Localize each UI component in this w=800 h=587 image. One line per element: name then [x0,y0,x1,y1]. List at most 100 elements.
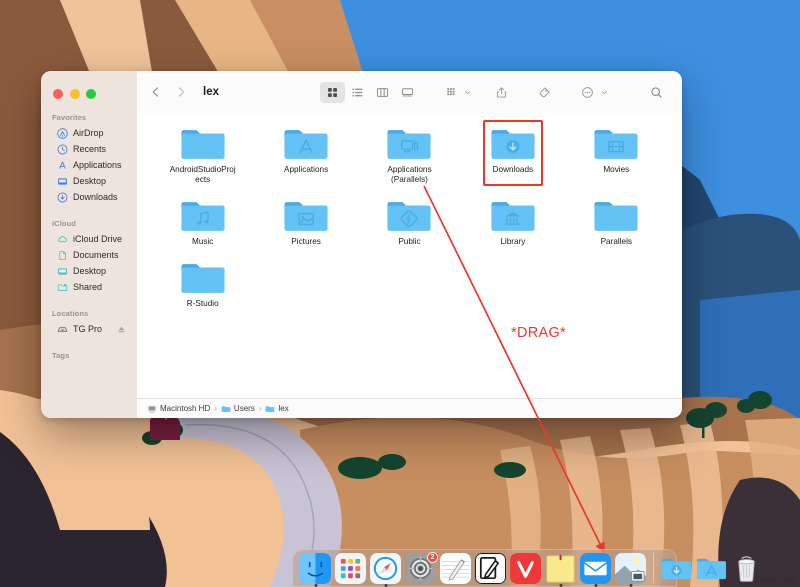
file-grid: AndroidStudioProjects Applications [137,125,682,309]
sidebar: Favorites AirDrop Recents [41,71,137,418]
chevron-down-icon-2[interactable] [601,89,608,96]
clock-icon [57,144,68,155]
breadcrumb-item-lex[interactable]: lex [265,404,288,414]
dock-item-system-preferences[interactable]: 2 [405,553,436,584]
list-view-button[interactable] [345,82,370,103]
sidebar-group-tags: Tags [41,351,137,363]
gallery-view-button[interactable] [395,82,420,103]
dock-item-mail[interactable] [580,553,611,584]
sidebar-item-icloud-desktop[interactable]: Desktop [46,263,132,279]
dock-item-launchpad[interactable] [335,553,366,584]
dock-folder-applications[interactable] [696,553,727,584]
tag-button[interactable] [532,82,557,103]
download-icon [57,192,68,203]
airdrop-icon [57,128,68,139]
breadcrumb-label: lex [278,404,288,413]
chevron-down-icon[interactable] [464,89,471,96]
sidebar-item-icloud-drive[interactable]: iCloud Drive [46,231,132,247]
file-name: Parallels [601,237,632,247]
chevron-right-icon[interactable] [175,86,187,98]
breadcrumb-separator: › [214,404,217,413]
dock-item-finder[interactable] [300,553,331,584]
plain-folder-icon [593,197,639,233]
sidebar-item-tg-pro[interactable]: TG Pro [46,321,132,337]
breadcrumb-separator: › [259,404,262,413]
sidebar-item-desktop[interactable]: Desktop [46,173,132,189]
sidebar-item-airdrop[interactable]: AirDrop [46,125,132,141]
downloads-folder-icon [661,553,692,584]
sidebar-item-applications[interactable]: Applications [46,157,132,173]
stickies-icon [545,553,576,584]
dock-separator [653,553,654,583]
sidebar-header-icloud: iCloud [41,219,137,231]
toolbar-actions [320,82,669,103]
dock-folder-downloads[interactable] [661,553,692,584]
notes-icon [440,553,471,584]
search-icon [650,86,663,99]
file-item-downloads[interactable]: Downloads [461,125,564,185]
file-grid-area[interactable]: AndroidStudioProjects Applications [137,113,682,398]
dock-item-preview[interactable] [615,553,646,584]
share-button[interactable] [489,82,514,103]
file-item[interactable]: Applications (Parallels) [358,125,461,185]
minimize-button[interactable] [70,89,80,99]
window-controls[interactable] [41,77,137,99]
parallels-folder-icon [386,125,432,161]
icon-view-button[interactable] [320,82,345,103]
file-item[interactable]: Parallels [565,197,668,247]
file-item[interactable]: Pictures [254,197,357,247]
drag-label: *DRAG* [511,325,566,341]
column-view-button[interactable] [370,82,395,103]
group-by-button[interactable] [438,82,463,103]
desktop-icon [57,266,68,277]
file-item[interactable]: Library [461,197,564,247]
pictures-folder-icon [283,197,329,233]
sidebar-item-recents[interactable]: Recents [46,141,132,157]
breadcrumb-item-macintosh-hd[interactable]: Macintosh HD [147,404,210,414]
sidebar-item-label: Applications [73,160,122,170]
sidebar-item-downloads[interactable]: Downloads [46,189,132,205]
file-item[interactable]: Public [358,197,461,247]
list-icon [351,86,364,99]
dock-item-stickies[interactable] [545,553,576,584]
dock-item-safari[interactable] [370,553,401,584]
sidebar-item-documents[interactable]: Documents [46,247,132,263]
breadcrumb-item-users[interactable]: Users [221,404,255,414]
cloud-icon [57,234,68,245]
file-item[interactable]: R-Studio [151,259,254,309]
more-actions-button[interactable] [575,82,600,103]
safari-icon [370,553,401,584]
path-bar: Macintosh HD › Users › lex [137,398,682,418]
finder-window[interactable]: Favorites AirDrop Recents [41,71,682,418]
file-item[interactable]: Movies [565,125,668,185]
sidebar-header-locations: Locations [41,309,137,321]
file-item[interactable]: AndroidStudioProjects [151,125,254,185]
search-button[interactable] [644,82,669,103]
library-folder-icon [490,197,536,233]
disk-icon [57,324,68,335]
dock-item-screenshot[interactable] [475,553,506,584]
sidebar-item-label: AirDrop [73,128,104,138]
dock-item-notes[interactable] [440,553,471,584]
eject-icon[interactable] [117,325,126,334]
share-icon [495,86,508,99]
notification-badge: 2 [427,552,438,563]
file-item[interactable]: Applications [254,125,357,185]
vivaldi-icon [510,553,541,584]
maximize-button[interactable] [86,89,96,99]
close-button[interactable] [53,89,63,99]
sidebar-item-label: Desktop [73,176,106,186]
appstore-folder-icon [283,125,329,161]
mail-icon [580,553,611,584]
sidebar-group-favorites: Favorites AirDrop Recents [41,113,137,205]
file-item[interactable]: Music [151,197,254,247]
folder-icon [221,404,231,414]
sidebar-header-tags: Tags [41,351,137,363]
sidebar-item-shared[interactable]: Shared [46,279,132,295]
chevron-left-icon[interactable] [150,86,162,98]
plain-folder-icon [180,259,226,295]
file-name: Applications [284,165,328,175]
toolbar: lex [137,71,682,113]
dock[interactable]: 2 [292,549,677,587]
dock-item-vivaldi[interactable] [510,553,541,584]
